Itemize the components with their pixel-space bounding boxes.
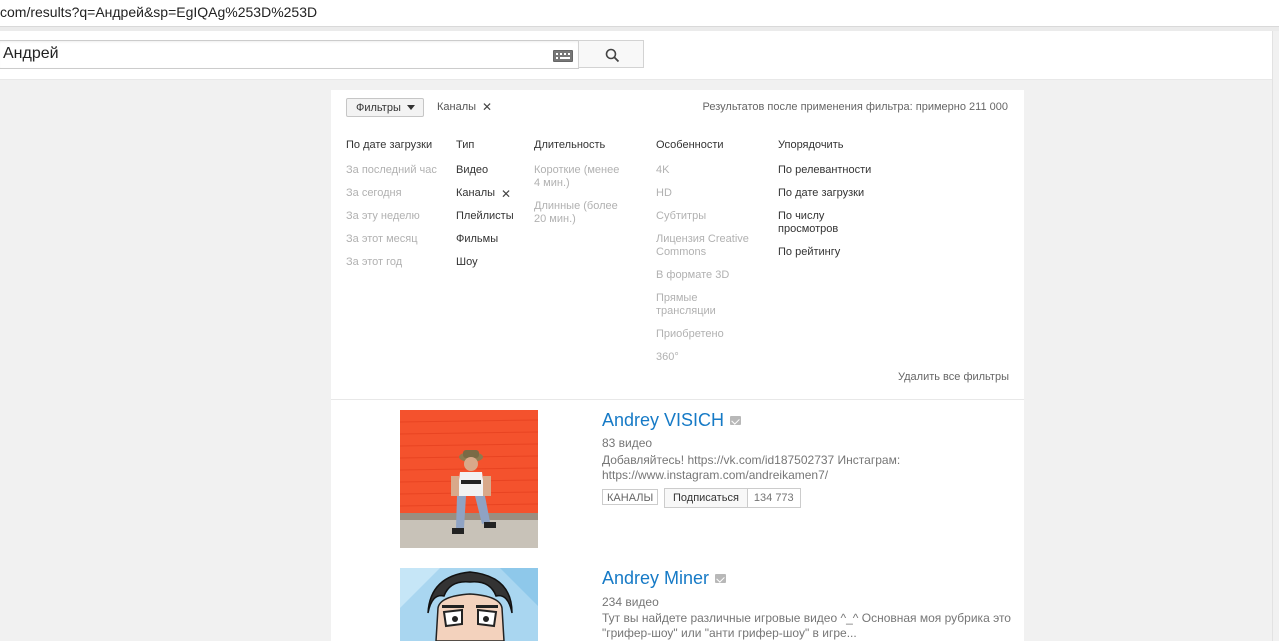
- filter-option-channels[interactable]: Каналы ✕: [456, 187, 526, 200]
- filter-option: Лицензия Creative Commons: [656, 233, 749, 258]
- close-icon[interactable]: ✕: [501, 188, 511, 200]
- channel-title: Andrey Miner: [602, 568, 710, 588]
- caret-down-icon: [406, 105, 415, 110]
- channel-title-link[interactable]: Andrey Miner: [602, 568, 727, 589]
- channel-avatar-image: [400, 568, 538, 641]
- filter-heading: Особенности: [656, 139, 724, 151]
- url-text[interactable]: com/results?q=Андрей&sp=EgIQAg%253D%253D: [0, 4, 317, 20]
- active-filter-label: Каналы: [437, 101, 477, 113]
- filter-option: За этот месяц: [346, 233, 418, 245]
- results-list: Andrey VISICH 83 видео Добавляйтесь! htt…: [331, 400, 1024, 641]
- channel-title-link[interactable]: Andrey VISICH: [602, 410, 742, 431]
- filter-column-duration: Длительность Короткие (менее 4 мин.) Дли…: [534, 139, 626, 236]
- filter-option: Длинные (более 20 мин.): [534, 200, 618, 225]
- channel-avatar-image: [400, 410, 538, 548]
- video-count: 234 видео: [602, 595, 659, 609]
- active-filter-chip: Каналы ✕: [437, 101, 492, 113]
- filter-column-sort: Упорядочить По релевантности По дате заг…: [778, 139, 878, 269]
- search-button[interactable]: [578, 40, 644, 68]
- filter-heading: Длительность: [534, 139, 606, 151]
- remove-all-filters-link[interactable]: Удалить все фильтры: [898, 371, 1009, 383]
- filter-option-playlists[interactable]: Плейлисты: [456, 210, 526, 223]
- sort-option-upload-date[interactable]: По дате загрузки: [778, 187, 878, 200]
- filter-column-upload-date: По дате загрузки За последний час За сег…: [346, 139, 446, 279]
- filter-option-movies[interactable]: Фильмы: [456, 233, 526, 246]
- search-icon: [605, 48, 620, 63]
- filters-toggle-button[interactable]: Фильтры: [346, 98, 424, 117]
- filter-option-video[interactable]: Видео: [456, 164, 526, 177]
- channel-thumbnail[interactable]: [400, 410, 538, 548]
- filter-option: За сегодня: [346, 187, 402, 199]
- subscribe-button[interactable]: Подписаться: [665, 489, 748, 507]
- filter-option: 4K: [656, 164, 670, 176]
- search-box[interactable]: [0, 40, 579, 69]
- filters-button-label: Фильтры: [356, 101, 401, 114]
- subscriber-count: 134 773: [747, 489, 800, 507]
- sort-option-rating[interactable]: По рейтингу: [778, 246, 878, 259]
- filter-heading: Тип: [456, 139, 475, 151]
- scrollbar-track[interactable]: [1272, 31, 1279, 641]
- filter-option: HD: [656, 187, 672, 199]
- filter-option: Короткие (менее 4 мин.): [534, 164, 620, 189]
- video-count: 83 видео: [602, 436, 653, 450]
- filter-option: За эту неделю: [346, 210, 420, 222]
- result-count: Результатов после применения фильтра: пр…: [702, 101, 1009, 113]
- filter-option-label: Каналы: [456, 187, 496, 199]
- filter-column-features: Особенности 4K HD Субтитры Лицензия Crea…: [656, 139, 756, 374]
- filter-option: Субтитры: [656, 210, 707, 222]
- filter-option: За этот год: [346, 256, 403, 268]
- filter-option: В формате 3D: [656, 269, 730, 281]
- filter-option: За последний час: [346, 164, 437, 176]
- address-bar[interactable]: com/results?q=Андрей&sp=EgIQAg%253D%253D: [0, 0, 1279, 27]
- filter-option-shows[interactable]: Шоу: [456, 256, 526, 269]
- filter-option: Приобретено: [656, 328, 724, 340]
- verified-badge-icon: [730, 416, 742, 425]
- channel-thumbnail[interactable]: [400, 568, 538, 641]
- masthead: [0, 31, 1273, 80]
- filter-heading: Упорядочить: [778, 139, 844, 151]
- filter-option: 360°: [656, 351, 679, 363]
- filter-panel: Фильтры Каналы ✕ Результатов после приме…: [331, 90, 1024, 400]
- channel-description: Тут вы найдете различные игровые видео ^…: [602, 611, 1011, 640]
- sort-option-view-count[interactable]: По числу просмотров: [778, 210, 878, 236]
- filter-column-type: Тип Видео Каналы ✕ Плейлисты Фильмы Шоу: [456, 139, 526, 279]
- filter-option: Прямые трансляции: [656, 292, 716, 317]
- channel-description: Добавляйтесь! https://vk.com/id187502737…: [602, 453, 901, 482]
- verified-badge-icon: [715, 574, 727, 583]
- keyboard-icon[interactable]: [553, 50, 573, 62]
- search-input[interactable]: [3, 44, 533, 64]
- channels-badge: КАНАЛЫ: [602, 489, 659, 505]
- close-icon[interactable]: ✕: [482, 101, 492, 113]
- filter-heading: По дате загрузки: [346, 139, 433, 151]
- subscribe-group: Подписаться 134 773: [664, 488, 801, 508]
- sort-option-relevance[interactable]: По релевантности: [778, 164, 878, 177]
- channel-title: Andrey VISICH: [602, 410, 725, 430]
